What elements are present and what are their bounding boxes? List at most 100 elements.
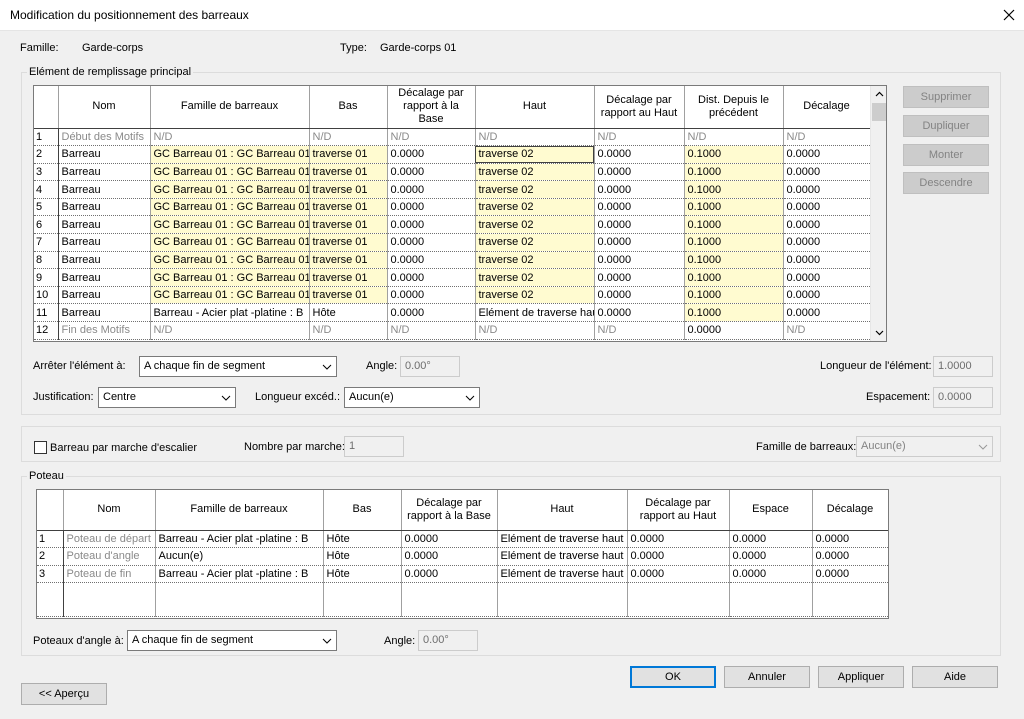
stair-famille-combo[interactable]: Aucun(e)	[856, 436, 993, 457]
cell-dist[interactable]: 0.0000	[684, 321, 784, 340]
cell-decalage[interactable]: 0.0000	[812, 530, 888, 549]
supprimer-button[interactable]: Supprimer	[903, 86, 989, 108]
cell-decalage-haut[interactable]: 0.0000	[594, 268, 685, 287]
cell-haut[interactable]: traverse 02	[475, 163, 595, 182]
table-row[interactable]: 12 Fin des Motifs N/D N/D N/D N/D N/D 0.0000 N/D	[34, 321, 871, 340]
monter-button[interactable]: Monter	[903, 144, 989, 166]
cell-decalage-haut[interactable]: 0.0000	[627, 530, 730, 549]
scroll-thumb[interactable]	[872, 103, 886, 121]
row-number[interactable]: 4	[34, 180, 59, 199]
apercu-button[interactable]: << Aperçu	[21, 683, 107, 705]
cell-famille[interactable]: GC Barreau 01 : GC Barreau 01	[150, 233, 310, 252]
cell-nom[interactable]: Barreau	[58, 215, 151, 235]
cell-decalage-haut[interactable]: 0.0000	[594, 163, 685, 182]
angle-field[interactable]: 0.00°	[400, 356, 460, 377]
table-row[interactable]: 1 Début des Motifs N/D N/D N/D N/D N/D N/D N/D	[34, 128, 871, 147]
cell-decalage-base[interactable]: 0.0000	[401, 565, 498, 584]
cell-decalage[interactable]: N/D	[783, 321, 871, 340]
cell-decalage-base[interactable]: N/D	[387, 128, 476, 147]
cell-decalage[interactable]: 0.0000	[783, 163, 871, 182]
row-number[interactable]: 7	[34, 233, 59, 252]
cell-dist[interactable]: 0.1000	[684, 268, 784, 287]
cell-decalage-haut[interactable]: 0.0000	[627, 547, 730, 566]
table-row[interactable]: 5 Barreau GC Barreau 01 : GC Barreau 01 tra…	[34, 198, 871, 217]
close-button[interactable]	[994, 0, 1024, 31]
cell-bas[interactable]: traverse 01	[309, 198, 388, 217]
cell-dist[interactable]: 0.1000	[684, 286, 784, 305]
poteau-col-decalage-base[interactable]: Décalage par rapport à la Base	[401, 490, 498, 531]
poteau-col-famille[interactable]: Famille de barreaux	[155, 490, 324, 531]
barreau-marche-checkbox[interactable]	[34, 441, 47, 454]
cell-haut[interactable]: traverse 02	[475, 233, 595, 252]
cell-famille[interactable]: GC Barreau 01 : GC Barreau 01	[150, 268, 310, 287]
cell-nom[interactable]: Barreau	[58, 303, 151, 323]
poteau-col-espace[interactable]: Espace	[729, 490, 813, 531]
cell-bas[interactable]: traverse 01	[309, 163, 388, 182]
row-number[interactable]: 5	[34, 198, 59, 217]
cell-famille[interactable]: Barreau - Acier plat -platine : B	[155, 530, 324, 549]
cell-haut[interactable]: Elément de traverse haut	[497, 547, 628, 566]
cell-haut[interactable]: Elément de traverse haut	[475, 303, 595, 323]
cell-famille[interactable]: Barreau - Acier plat -platine : B	[150, 303, 310, 323]
main-grid-scrollbar[interactable]	[870, 86, 887, 341]
col-header-decalage-haut[interactable]: Décalage par rapport au Haut	[594, 86, 685, 129]
col-header-nom[interactable]: Nom	[58, 86, 151, 129]
cell-nom[interactable]: Barreau	[58, 251, 151, 270]
row-number[interactable]: 2	[34, 145, 59, 164]
cell-nom[interactable]: Barreau	[58, 180, 151, 199]
table-row[interactable]: 1 Poteau de départ Barreau - Acier plat -p…	[37, 530, 888, 549]
cell-haut[interactable]: traverse 02	[475, 198, 595, 217]
cell-decalage[interactable]: 0.0000	[783, 145, 871, 164]
row-number[interactable]: 2	[37, 547, 64, 566]
table-row[interactable]: 7 Barreau GC Barreau 01 : GC Barreau 01 tra…	[34, 233, 871, 252]
cell-bas[interactable]: traverse 01	[309, 215, 388, 235]
cell-dist[interactable]: 0.1000	[684, 215, 784, 235]
row-number[interactable]: 1	[34, 128, 59, 147]
poteau-angle-field[interactable]: 0.00°	[418, 630, 478, 651]
cell-bas[interactable]: traverse 01	[309, 251, 388, 270]
cell-decalage[interactable]: 0.0000	[783, 233, 871, 252]
cell-famille[interactable]: GC Barreau 01 : GC Barreau 01	[150, 163, 310, 182]
cell-decalage[interactable]: 0.0000	[812, 565, 888, 584]
cell-decalage-haut[interactable]: N/D	[594, 128, 685, 147]
cell-nom[interactable]: Poteau de fin	[63, 565, 156, 584]
espacement-field[interactable]: 0.0000	[933, 387, 993, 408]
row-number[interactable]: 8	[34, 251, 59, 270]
cell-decalage[interactable]: 0.0000	[783, 215, 871, 235]
cell-haut[interactable]: traverse 02	[475, 286, 595, 305]
justification-combo[interactable]: Centre	[98, 387, 236, 408]
cell-decalage-haut[interactable]: N/D	[594, 321, 685, 340]
cell-decalage-haut[interactable]: 0.0000	[627, 565, 730, 584]
cell-decalage-base[interactable]: 0.0000	[387, 163, 476, 182]
cell-dist[interactable]: 0.1000	[684, 198, 784, 217]
table-row[interactable]: 2 Barreau GC Barreau 01 : GC Barreau 01 tra…	[34, 145, 871, 164]
appliquer-button[interactable]: Appliquer	[818, 666, 904, 688]
descendre-button[interactable]: Descendre	[903, 172, 989, 194]
cell-decalage-haut[interactable]: 0.0000	[594, 251, 685, 270]
cell-nom[interactable]: Barreau	[58, 163, 151, 182]
cell-bas[interactable]: Hôte	[323, 547, 402, 566]
cell-decalage-haut[interactable]: 0.0000	[594, 180, 685, 199]
table-row[interactable]: 3 Barreau GC Barreau 01 : GC Barreau 01 tra…	[34, 163, 871, 182]
table-row[interactable]: 4 Barreau GC Barreau 01 : GC Barreau 01 tra…	[34, 180, 871, 199]
cell-famille[interactable]: GC Barreau 01 : GC Barreau 01	[150, 198, 310, 217]
poteau-col-nom[interactable]: Nom	[63, 490, 156, 531]
cell-dist[interactable]: 0.1000	[684, 233, 784, 252]
col-header-bas[interactable]: Bas	[309, 86, 388, 129]
col-header-decalage[interactable]: Décalage	[783, 86, 871, 129]
cell-decalage-base[interactable]: N/D	[387, 321, 476, 340]
cell-decalage-haut[interactable]: 0.0000	[594, 233, 685, 252]
cell-espace[interactable]: 0.0000	[729, 547, 813, 566]
cell-dist[interactable]: 0.1000	[684, 180, 784, 199]
cell-nom[interactable]: Poteau d'angle	[63, 547, 156, 566]
cell-decalage-base[interactable]: 0.0000	[387, 180, 476, 199]
cell-dist[interactable]: 0.1000	[684, 251, 784, 270]
scroll-up-icon[interactable]	[871, 86, 887, 103]
table-row[interactable]: 11 Barreau Barreau - Acier plat -platine :…	[34, 303, 871, 323]
cell-nom[interactable]: Fin des Motifs	[58, 321, 151, 340]
poteaux-angle-combo[interactable]: A chaque fin de segment	[127, 630, 337, 651]
cell-famille[interactable]: GC Barreau 01 : GC Barreau 01	[150, 180, 310, 199]
cell-decalage-haut[interactable]: 0.0000	[594, 286, 685, 305]
cell-decalage-base[interactable]: 0.0000	[401, 530, 498, 549]
ok-button[interactable]: OK	[630, 666, 716, 688]
